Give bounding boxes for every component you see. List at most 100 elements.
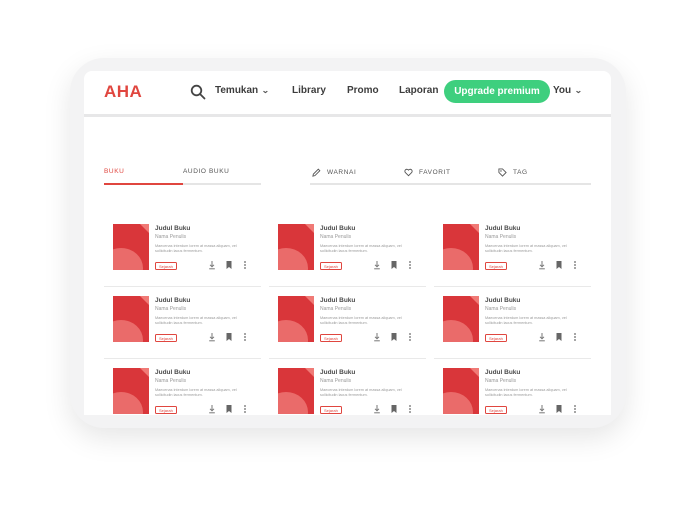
- tool-tag[interactable]: TAG: [498, 168, 528, 177]
- bookmark-icon[interactable]: [225, 332, 233, 342]
- user-menu[interactable]: You ⌄: [553, 85, 583, 96]
- tab-audiobooks[interactable]: AUDIO BUKU: [183, 168, 229, 175]
- download-icon[interactable]: [373, 260, 381, 270]
- download-icon[interactable]: [208, 404, 216, 414]
- book-title[interactable]: Judul Buku: [155, 225, 190, 232]
- cover-fold-shape: [470, 224, 479, 233]
- download-icon[interactable]: [373, 404, 381, 414]
- bookmark-icon[interactable]: [555, 260, 563, 270]
- nav-library[interactable]: Library: [292, 85, 326, 96]
- cover-wave-shape: [443, 248, 473, 270]
- cover-wave-shape: [443, 320, 473, 342]
- category-badge[interactable]: Sejarah: [155, 262, 177, 270]
- category-badge[interactable]: Sejarah: [485, 406, 507, 414]
- active-tab-indicator: [104, 183, 183, 185]
- cover-wave-shape: [278, 392, 308, 414]
- book-title[interactable]: Judul Buku: [485, 297, 520, 304]
- book-card[interactable]: Judul Buku Nama Penulis Maecenas interdum …: [269, 221, 426, 287]
- upgrade-premium-button[interactable]: Upgrade premium: [444, 80, 550, 103]
- download-icon[interactable]: [538, 260, 546, 270]
- book-title[interactable]: Judul Buku: [320, 369, 355, 376]
- nav-report[interactable]: Laporan: [399, 85, 438, 96]
- book-card[interactable]: Judul Buku Nama Penulis Maecenas interdum …: [434, 365, 591, 415]
- download-icon[interactable]: [208, 332, 216, 342]
- book-cover[interactable]: [113, 296, 149, 342]
- book-author: Nama Penulis: [485, 234, 517, 240]
- book-author: Nama Penulis: [320, 378, 352, 384]
- card-divider: [434, 358, 591, 359]
- book-author: Nama Penulis: [485, 306, 517, 312]
- bookmark-icon[interactable]: [555, 332, 563, 342]
- book-card[interactable]: Judul Buku Nama Penulis Maecenas interdum …: [434, 221, 591, 287]
- more-options-icon[interactable]: [241, 332, 249, 342]
- book-cover[interactable]: [443, 368, 479, 414]
- category-badge[interactable]: Sejarah: [155, 406, 177, 414]
- book-cover[interactable]: [278, 296, 314, 342]
- more-options-icon[interactable]: [406, 404, 414, 414]
- book-description: Maecenas interdum lorem at massa aliquam…: [320, 244, 402, 253]
- category-badge[interactable]: Sejarah: [320, 406, 342, 414]
- bookmark-icon[interactable]: [390, 260, 398, 270]
- book-description: Maecenas interdum lorem at massa aliquam…: [485, 244, 567, 253]
- book-title[interactable]: Judul Buku: [155, 297, 190, 304]
- bookmark-icon[interactable]: [225, 260, 233, 270]
- category-badge[interactable]: Sejarah: [320, 334, 342, 342]
- download-icon[interactable]: [208, 260, 216, 270]
- download-icon[interactable]: [373, 332, 381, 342]
- library-tabs: BUKU AUDIO BUKU: [104, 168, 261, 185]
- nav-promo[interactable]: Promo: [347, 85, 379, 96]
- more-options-icon[interactable]: [406, 260, 414, 270]
- tool-favorite[interactable]: FAVORIT: [404, 168, 451, 177]
- book-title[interactable]: Judul Buku: [155, 369, 190, 376]
- bookmark-icon[interactable]: [390, 404, 398, 414]
- search-icon[interactable]: [190, 84, 206, 100]
- tab-books[interactable]: BUKU: [104, 168, 124, 175]
- category-badge[interactable]: Sejarah: [485, 262, 507, 270]
- book-author: Nama Penulis: [485, 378, 517, 384]
- download-icon[interactable]: [538, 404, 546, 414]
- book-title[interactable]: Judul Buku: [485, 369, 520, 376]
- bookmark-icon[interactable]: [390, 332, 398, 342]
- book-cover[interactable]: [443, 224, 479, 270]
- cover-fold-shape: [305, 224, 314, 233]
- category-badge[interactable]: Sejarah: [485, 334, 507, 342]
- book-title[interactable]: Judul Buku: [320, 297, 355, 304]
- category-badge[interactable]: Sejarah: [155, 334, 177, 342]
- card-divider: [104, 358, 261, 359]
- bookmark-icon[interactable]: [555, 404, 563, 414]
- more-options-icon[interactable]: [571, 404, 579, 414]
- book-card[interactable]: Judul Buku Nama Penulis Maecenas interdum …: [434, 293, 591, 359]
- user-menu-label: You: [553, 85, 572, 96]
- book-card[interactable]: Judul Buku Nama Penulis Maecenas interdum …: [104, 221, 261, 287]
- book-title[interactable]: Judul Buku: [485, 225, 520, 232]
- more-options-icon[interactable]: [406, 332, 414, 342]
- book-cover[interactable]: [113, 368, 149, 414]
- book-cover[interactable]: [278, 224, 314, 270]
- bookmark-icon[interactable]: [225, 404, 233, 414]
- book-title[interactable]: Judul Buku: [320, 225, 355, 232]
- book-cover[interactable]: [278, 368, 314, 414]
- cover-fold-shape: [470, 296, 479, 305]
- more-options-icon[interactable]: [571, 332, 579, 342]
- book-cover[interactable]: [443, 296, 479, 342]
- book-cover[interactable]: [113, 224, 149, 270]
- cover-wave-shape: [443, 392, 473, 414]
- nav-discover-dropdown[interactable]: Temukan ⌄: [215, 85, 270, 96]
- book-author: Nama Penulis: [320, 234, 352, 240]
- library-toolbar: WARNAI FAVORIT TAG: [310, 168, 591, 185]
- aha-logo[interactable]: AHA: [104, 82, 142, 102]
- book-author: Nama Penulis: [155, 234, 187, 240]
- tag-icon: [498, 168, 507, 177]
- book-card[interactable]: Judul Buku Nama Penulis Maecenas interdum …: [104, 293, 261, 359]
- chevron-down-icon: ⌄: [261, 86, 270, 95]
- tool-tag-label: TAG: [513, 169, 528, 176]
- more-options-icon[interactable]: [241, 260, 249, 270]
- download-icon[interactable]: [538, 332, 546, 342]
- category-badge[interactable]: Sejarah: [320, 262, 342, 270]
- book-card[interactable]: Judul Buku Nama Penulis Maecenas interdum …: [269, 365, 426, 415]
- tool-color[interactable]: WARNAI: [312, 168, 356, 177]
- book-card[interactable]: Judul Buku Nama Penulis Maecenas interdum …: [104, 365, 261, 415]
- book-card[interactable]: Judul Buku Nama Penulis Maecenas interdum …: [269, 293, 426, 359]
- more-options-icon[interactable]: [571, 260, 579, 270]
- more-options-icon[interactable]: [241, 404, 249, 414]
